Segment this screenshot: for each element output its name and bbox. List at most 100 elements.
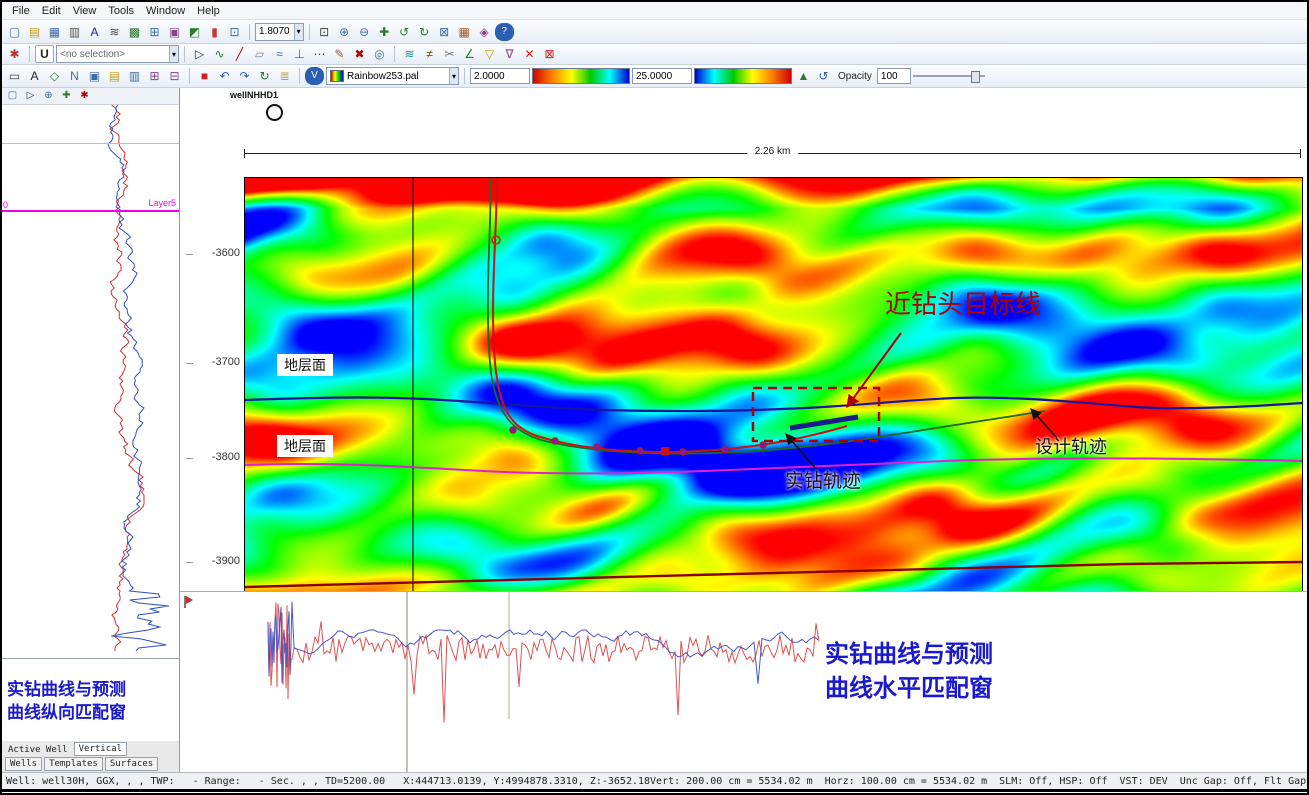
variable-density-icon[interactable]: ▩ [125, 23, 144, 41]
erase-icon[interactable]: ▱ [250, 45, 269, 63]
menu-window[interactable]: Window [140, 5, 191, 17]
scissors-tool-icon[interactable]: ✂ [440, 45, 459, 63]
pan-icon[interactable]: ✚ [375, 23, 394, 41]
palette-template-icon[interactable]: V [305, 67, 324, 85]
paste-icon[interactable]: ▤ [105, 67, 124, 85]
histogram-icon[interactable]: ▲ [794, 67, 813, 85]
horizon-darkred-line[interactable] [245, 562, 1302, 587]
list-icon[interactable]: ≣ [275, 67, 294, 85]
ungroup-icon[interactable]: ⊟ [165, 67, 184, 85]
undo-icon[interactable]: ↶ [215, 67, 234, 85]
horizon-magenta-line[interactable] [245, 458, 1302, 473]
colorbar-icon[interactable]: ▮ [205, 23, 224, 41]
rose-mode-icon[interactable]: ✱ [76, 88, 93, 104]
tab-wells[interactable]: Wells [5, 757, 42, 771]
tab-surfaces[interactable]: Surfaces [105, 757, 158, 771]
section-view-icon[interactable]: ▣ [165, 23, 184, 41]
full-extent-icon[interactable]: ⊠ [435, 23, 454, 41]
menu-view[interactable]: View [67, 5, 103, 17]
wave-tool-icon[interactable]: ≋ [400, 45, 419, 63]
actual-track-annotation: 实钻轨迹 [785, 466, 861, 493]
opacity-slider[interactable] [913, 69, 985, 83]
duplicate-icon[interactable]: ▥ [125, 67, 144, 85]
menu-help[interactable]: Help [191, 5, 226, 17]
polygon-annotation-icon[interactable]: ◇ [45, 67, 64, 85]
redo-icon[interactable]: ↷ [235, 67, 254, 85]
close-tool-icon[interactable]: ⊠ [540, 45, 559, 63]
menu-file[interactable]: File [6, 5, 36, 17]
vertical-log-view[interactable]: Layer5 0 [2, 105, 179, 663]
stop-icon[interactable]: ■ [195, 67, 214, 85]
print-icon[interactable]: ▥ [65, 23, 84, 41]
flatten-tool-icon[interactable]: ∇ [500, 45, 519, 63]
font-icon[interactable]: A [85, 23, 104, 41]
palette-combo[interactable]: Rainbow253.pal ▾ [326, 67, 459, 85]
layer5-marker-line[interactable] [2, 210, 179, 212]
wiggle-display-icon[interactable]: ≋ [105, 23, 124, 41]
smooth-icon[interactable]: ≈ [270, 45, 289, 63]
new-file-icon[interactable]: ▢ [5, 23, 24, 41]
horizontal-match-panel[interactable]: 实钻曲线与预测 曲线水平匹配窗 [180, 591, 1307, 772]
horizon-blue-line[interactable] [245, 397, 1302, 411]
previous-view-icon[interactable]: ↺ [395, 23, 414, 41]
overlay-icon[interactable]: ◈ [475, 23, 494, 41]
tab-templates[interactable]: Templates [44, 757, 103, 771]
dip-tool-icon[interactable]: ∠ [460, 45, 479, 63]
pointer-mode-icon[interactable]: ▷ [22, 88, 39, 104]
delete-tool-icon[interactable]: ✕ [520, 45, 539, 63]
save-icon[interactable]: ▦ [45, 23, 64, 41]
north-arrow-icon[interactable]: N [65, 67, 84, 85]
opacity-slider-thumb[interactable] [971, 71, 980, 83]
snapshot-icon[interactable]: ▦ [455, 23, 474, 41]
map-view-icon[interactable]: ◩ [185, 23, 204, 41]
zoom-level-combo[interactable]: 1.8070 ▾ [255, 23, 304, 41]
palette-max-input[interactable]: 25.0000 [632, 68, 692, 84]
reload-icon[interactable]: ↻ [255, 67, 274, 85]
draw-fault-icon[interactable]: ╱ [230, 45, 249, 63]
palette-max-gradient[interactable] [694, 68, 792, 84]
open-folder-icon[interactable]: ▤ [25, 23, 44, 41]
rect-annotation-icon[interactable]: ▭ [5, 67, 24, 85]
interpolate-icon[interactable]: ⋯ [310, 45, 329, 63]
zoom-rect-icon[interactable]: ⊡ [315, 23, 334, 41]
menu-edit[interactable]: Edit [36, 5, 67, 17]
fault-stick-tool-icon[interactable]: ≠ [420, 45, 439, 63]
opacity-input[interactable]: 100 [877, 68, 911, 84]
recompute-icon[interactable]: ↺ [814, 67, 833, 85]
content-area: ▢▷⊕✚✱ Layer5 0 实钻曲线与预测 曲线纵向匹配窗 Active We… [2, 88, 1307, 772]
delete-pick-icon[interactable]: ✖ [350, 45, 369, 63]
palette-min-gradient[interactable] [532, 68, 630, 84]
select-pointer-icon[interactable]: ▷ [190, 45, 209, 63]
seismic-section[interactable]: 地层面 地层面 近钻头目标线 实钻轨迹 设计轨迹 [244, 177, 1303, 592]
wedge-tool-icon[interactable]: ▽ [480, 45, 499, 63]
tab-active-well[interactable]: Active Well [5, 744, 71, 756]
chevron-down-icon[interactable]: ▾ [169, 46, 178, 62]
help-icon[interactable]: ? [495, 23, 514, 41]
menu-tools[interactable]: Tools [102, 5, 140, 17]
pan-mode-icon[interactable]: ✚ [58, 88, 75, 104]
horizon-lower-label: 地层面 [277, 435, 333, 457]
autotrack-icon[interactable]: ✎ [330, 45, 349, 63]
chevron-down-icon[interactable]: ▾ [294, 24, 303, 40]
basemap-icon[interactable]: ⊡ [225, 23, 244, 41]
chevron-down-icon[interactable]: ▾ [449, 68, 458, 84]
zoom-in-icon[interactable]: ⊕ [335, 23, 354, 41]
text-annotation-icon[interactable]: A [25, 67, 44, 85]
target-line-segment[interactable] [790, 417, 858, 428]
select-mode-icon[interactable]: ▢ [4, 88, 21, 104]
pick-horizon-icon[interactable]: ∿ [210, 45, 229, 63]
visibility-icon[interactable]: ◎ [370, 45, 389, 63]
snap-icon[interactable]: ⊥ [290, 45, 309, 63]
group-icon[interactable]: ⊞ [145, 67, 164, 85]
tab-vertical[interactable]: Vertical [74, 742, 127, 756]
compass-marker-icon[interactable]: ✱ [5, 45, 24, 63]
next-view-icon[interactable]: ↻ [415, 23, 434, 41]
opacity-label: Opacity [835, 71, 875, 82]
zoom-mode-icon[interactable]: ⊕ [40, 88, 57, 104]
zoom-out-icon[interactable]: ⊖ [355, 23, 374, 41]
selection-combo[interactable]: <no selection> ▾ [56, 45, 179, 63]
undo-marker-button[interactable]: U [35, 45, 54, 63]
grid-view-icon[interactable]: ⊞ [145, 23, 164, 41]
palette-min-input[interactable]: 2.0000 [470, 68, 530, 84]
copy-icon[interactable]: ▣ [85, 67, 104, 85]
